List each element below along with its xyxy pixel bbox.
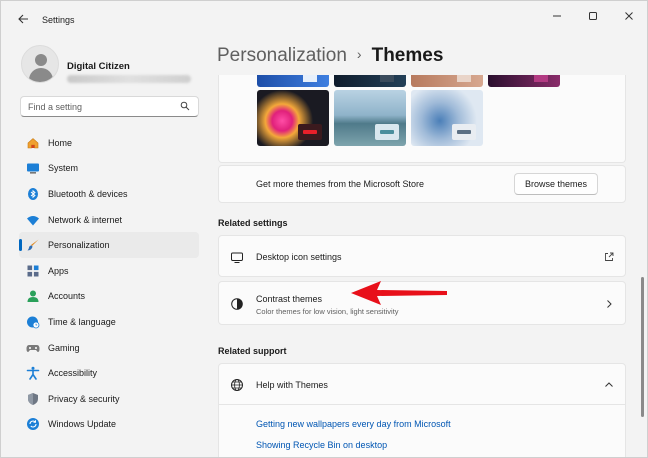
sidebar-item-label: Time & language	[48, 316, 116, 327]
help-with-themes-label: Help with Themes	[256, 380, 328, 390]
globe-icon	[231, 379, 243, 391]
avatar	[21, 45, 59, 83]
brush-icon	[26, 238, 40, 252]
close-button[interactable]	[611, 1, 647, 31]
sidebar-item-windows-update[interactable]: Windows Update	[19, 412, 199, 438]
sidebar-item-label: Home	[48, 137, 73, 148]
sidebar-item-accessibility[interactable]: Accessibility	[19, 360, 199, 386]
shield-icon	[26, 392, 40, 406]
related-support-heading: Related support	[218, 346, 287, 356]
accounts-icon	[26, 289, 40, 303]
back-arrow-icon	[17, 14, 28, 24]
window-controls	[539, 1, 647, 31]
title-bar: Settings	[1, 1, 647, 37]
store-text: Get more themes from the Microsoft Store	[256, 179, 425, 189]
breadcrumb: Personalization › Themes	[217, 45, 443, 67]
help-with-themes-row[interactable]: Help with Themes	[218, 363, 626, 405]
themes-gallery	[218, 75, 626, 163]
update-icon	[26, 417, 40, 431]
related-settings-heading: Related settings	[218, 218, 288, 228]
theme-thumbnail[interactable]	[257, 75, 329, 87]
system-icon	[26, 161, 40, 175]
home-icon	[26, 136, 40, 150]
sidebar: Digital Citizen Find a setting Home Syst…	[1, 37, 209, 457]
contrast-icon	[231, 298, 243, 310]
content-scroll[interactable]: Get more themes from the Microsoft Store…	[218, 75, 626, 457]
scrollbar[interactable]	[641, 277, 644, 417]
sidebar-item-label: Windows Update	[48, 419, 117, 430]
sidebar-item-label: Personalization	[48, 240, 110, 251]
gamepad-icon	[26, 341, 40, 355]
accessibility-icon	[26, 366, 40, 380]
annotation-arrow-icon	[351, 281, 447, 305]
contrast-themes-description: Color themes for low vision, light sensi…	[256, 307, 399, 316]
minimize-icon	[553, 15, 561, 17]
breadcrumb-parent[interactable]: Personalization	[217, 45, 347, 66]
sidebar-nav: Home System Bluetooth & devices Network …	[19, 130, 199, 437]
sidebar-item-home[interactable]: Home	[19, 130, 199, 156]
help-link-recycle-bin[interactable]: Showing Recycle Bin on desktop	[256, 440, 387, 450]
sidebar-item-system[interactable]: System	[19, 156, 199, 182]
theme-thumbnail[interactable]	[411, 75, 483, 87]
search-icon[interactable]	[180, 101, 190, 111]
chevron-right-icon	[607, 300, 612, 308]
minimize-button[interactable]	[539, 1, 575, 31]
page-title: Themes	[371, 45, 444, 66]
close-icon	[625, 12, 633, 20]
apps-icon	[26, 264, 40, 278]
settings-window: Settings Digital Citizen Find a setting	[0, 0, 648, 458]
sidebar-item-accounts[interactable]: Accounts	[19, 284, 199, 310]
sidebar-item-apps[interactable]: Apps	[19, 258, 199, 284]
get-more-themes-row: Get more themes from the Microsoft Store…	[218, 165, 626, 203]
theme-thumbnail[interactable]	[411, 90, 483, 146]
sidebar-item-time-language[interactable]: Time & language	[19, 309, 199, 335]
chevron-up-icon	[605, 382, 613, 387]
desktop-icon-settings-row[interactable]: Desktop icon settings	[218, 235, 626, 277]
help-link-wallpapers[interactable]: Getting new wallpapers every day from Mi…	[256, 419, 451, 429]
sidebar-item-label: Network & internet	[48, 214, 123, 225]
monitor-icon	[231, 252, 243, 263]
search-box[interactable]: Find a setting	[20, 96, 199, 117]
theme-thumbnail[interactable]	[334, 90, 406, 146]
sidebar-item-personalization[interactable]: Personalization	[19, 232, 199, 258]
sidebar-item-label: Accounts	[48, 291, 86, 302]
theme-thumbnail[interactable]	[257, 90, 329, 146]
help-links: Getting new wallpapers every day from Mi…	[218, 405, 626, 457]
sidebar-item-gaming[interactable]: Gaming	[19, 335, 199, 361]
bluetooth-icon	[26, 187, 40, 201]
wifi-icon	[26, 213, 40, 227]
sidebar-item-privacy[interactable]: Privacy & security	[19, 386, 199, 412]
search-input[interactable]: Find a setting	[28, 102, 82, 112]
breadcrumb-separator: ›	[356, 46, 362, 62]
sidebar-item-label: Gaming	[48, 342, 80, 353]
sidebar-item-label: Apps	[48, 265, 69, 276]
sidebar-item-network[interactable]: Network & internet	[19, 207, 199, 233]
profile-name: Digital Citizen	[67, 61, 130, 72]
theme-thumbnail[interactable]	[488, 75, 560, 87]
browse-themes-button[interactable]: Browse themes	[514, 173, 598, 195]
external-link-icon	[605, 252, 614, 261]
app-title: Settings	[42, 15, 75, 25]
sidebar-item-bluetooth[interactable]: Bluetooth & devices	[19, 181, 199, 207]
profile-email-blurred	[67, 75, 191, 83]
maximize-icon	[589, 12, 597, 20]
contrast-themes-label: Contrast themes	[256, 294, 323, 304]
sidebar-item-label: Bluetooth & devices	[48, 188, 128, 199]
desktop-icon-settings-label: Desktop icon settings	[256, 252, 342, 262]
main-panel: Personalization › Themes Get more themes…	[209, 37, 647, 457]
sidebar-item-label: Privacy & security	[48, 393, 120, 404]
user-profile[interactable]: Digital Citizen	[21, 45, 201, 85]
maximize-button[interactable]	[575, 1, 611, 31]
sidebar-item-label: System	[48, 163, 79, 174]
theme-thumbnail[interactable]	[334, 75, 406, 87]
sidebar-item-label: Accessibility	[48, 368, 98, 379]
back-button[interactable]	[13, 11, 33, 29]
globe-clock-icon	[26, 315, 40, 329]
